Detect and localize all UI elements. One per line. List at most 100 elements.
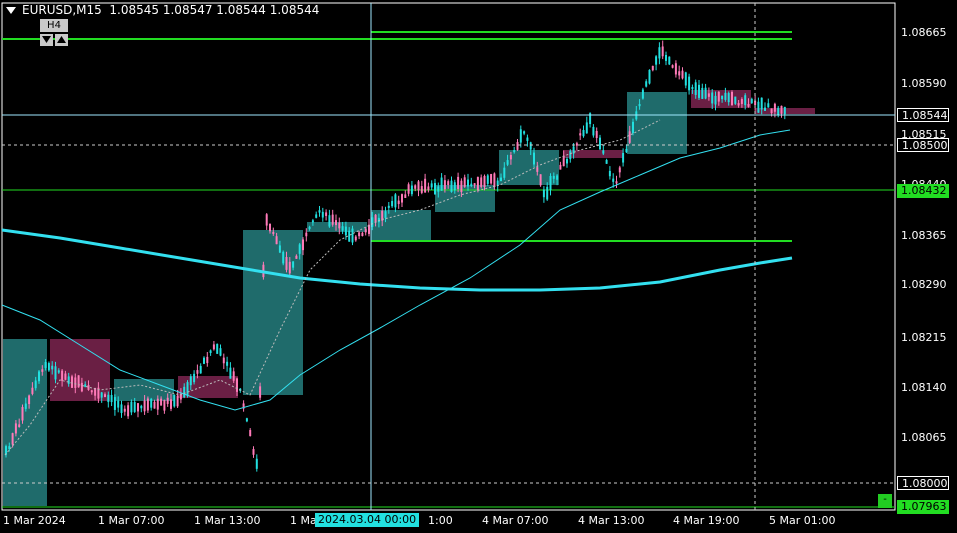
candle-body <box>31 387 34 394</box>
candle-body <box>618 167 621 173</box>
candle-body <box>28 395 31 405</box>
candle-body <box>427 186 430 190</box>
candle-body <box>71 376 73 388</box>
candle-body <box>229 367 232 379</box>
candle-body <box>120 404 123 413</box>
candle-body <box>714 95 717 105</box>
candle-body <box>133 402 136 412</box>
candle-body <box>107 394 110 403</box>
candle-body <box>308 226 311 229</box>
candle-body <box>559 164 562 170</box>
candle-body <box>87 385 90 390</box>
candle-body <box>130 401 133 413</box>
candle-body <box>80 382 83 392</box>
bottom-price-label: 1.07963 <box>897 500 949 514</box>
candle-body <box>529 142 532 150</box>
candle-body <box>691 86 694 90</box>
candle-body <box>780 105 783 114</box>
candle-body <box>199 365 202 374</box>
candle-body <box>143 400 146 412</box>
candle-body <box>206 356 209 364</box>
timeframe-badge[interactable]: H4 <box>40 19 68 32</box>
sell-button[interactable]: - <box>878 494 892 508</box>
candle-body <box>269 223 271 232</box>
candle-body <box>493 173 496 187</box>
candle-body <box>77 375 80 388</box>
candle-body <box>731 92 733 105</box>
price-tick-label: 1.08290 <box>901 278 947 291</box>
time-tick-label: 1 Mar 2024 <box>3 514 66 527</box>
chart-menu-icon[interactable] <box>6 7 16 14</box>
candle-body <box>104 394 106 398</box>
candle-body <box>344 226 347 236</box>
candle-body <box>757 101 760 113</box>
candle-body <box>661 46 664 57</box>
candle-body <box>645 81 648 87</box>
candle-body <box>740 99 743 104</box>
candle-body <box>417 181 420 191</box>
candle-body <box>328 215 331 227</box>
scroll-down-button[interactable] <box>40 34 53 46</box>
candle-body <box>575 143 578 146</box>
candle-body <box>473 183 476 186</box>
candle-body <box>605 160 608 164</box>
candle-body <box>110 394 113 403</box>
chart-title: EURUSD,M15 1.08545 1.08547 1.08544 1.085… <box>6 3 319 17</box>
candle-body <box>404 194 407 198</box>
candle-body <box>767 103 770 108</box>
candle-body <box>490 174 493 184</box>
candle-body <box>236 378 238 392</box>
candle-body <box>694 82 697 95</box>
candle-body <box>305 232 308 237</box>
candle-body <box>275 236 278 245</box>
candle-body <box>358 232 361 237</box>
candle-body <box>321 211 324 218</box>
candle-body <box>371 217 374 227</box>
candle-body <box>711 92 714 104</box>
candle-body <box>628 131 631 143</box>
candle-body <box>460 180 463 193</box>
candle-body <box>170 399 172 409</box>
symbol-label: EURUSD,M15 <box>22 3 102 17</box>
price-tick-label: 1.08365 <box>901 229 947 242</box>
candle-body <box>463 177 466 187</box>
candle-body <box>602 150 605 154</box>
candle-body <box>341 226 344 231</box>
h4-box <box>114 379 174 401</box>
candle-body <box>387 205 390 208</box>
candle-body <box>272 231 275 234</box>
candle-body <box>674 63 677 75</box>
candle-body <box>552 175 555 179</box>
ohlc-values: 1.08545 1.08547 1.08544 1.08544 <box>109 3 320 17</box>
candle-body <box>166 397 169 404</box>
candle-body <box>156 398 159 410</box>
scroll-up-button[interactable] <box>55 34 68 46</box>
candle-body <box>14 423 17 434</box>
candle-body <box>183 386 186 398</box>
candle-body <box>249 430 252 436</box>
price-tick-label: 1.08065 <box>901 431 947 444</box>
candle-body <box>582 130 585 137</box>
candle-body <box>671 65 674 68</box>
candle-body <box>526 137 529 141</box>
candle-body <box>278 245 281 253</box>
candle-body <box>655 56 658 65</box>
level-price-label: 1.08432 <box>897 184 949 198</box>
candle-body <box>701 87 704 99</box>
candle-body <box>384 211 387 218</box>
candle-body <box>747 104 750 107</box>
candle-body <box>44 362 47 368</box>
candle-body <box>513 150 516 153</box>
candle-body <box>113 397 116 410</box>
candle-body <box>773 103 776 112</box>
candle-body <box>338 222 341 229</box>
candle-body <box>414 185 417 189</box>
candle-body <box>335 220 337 226</box>
price-chart[interactable] <box>0 0 957 533</box>
price-tick-label: 1.08215 <box>901 331 947 344</box>
candle-body <box>67 376 70 384</box>
candle-body <box>704 87 707 99</box>
h4-box <box>371 210 431 240</box>
candle-body <box>549 175 552 190</box>
current-price-label: 1.08544 <box>897 108 949 122</box>
